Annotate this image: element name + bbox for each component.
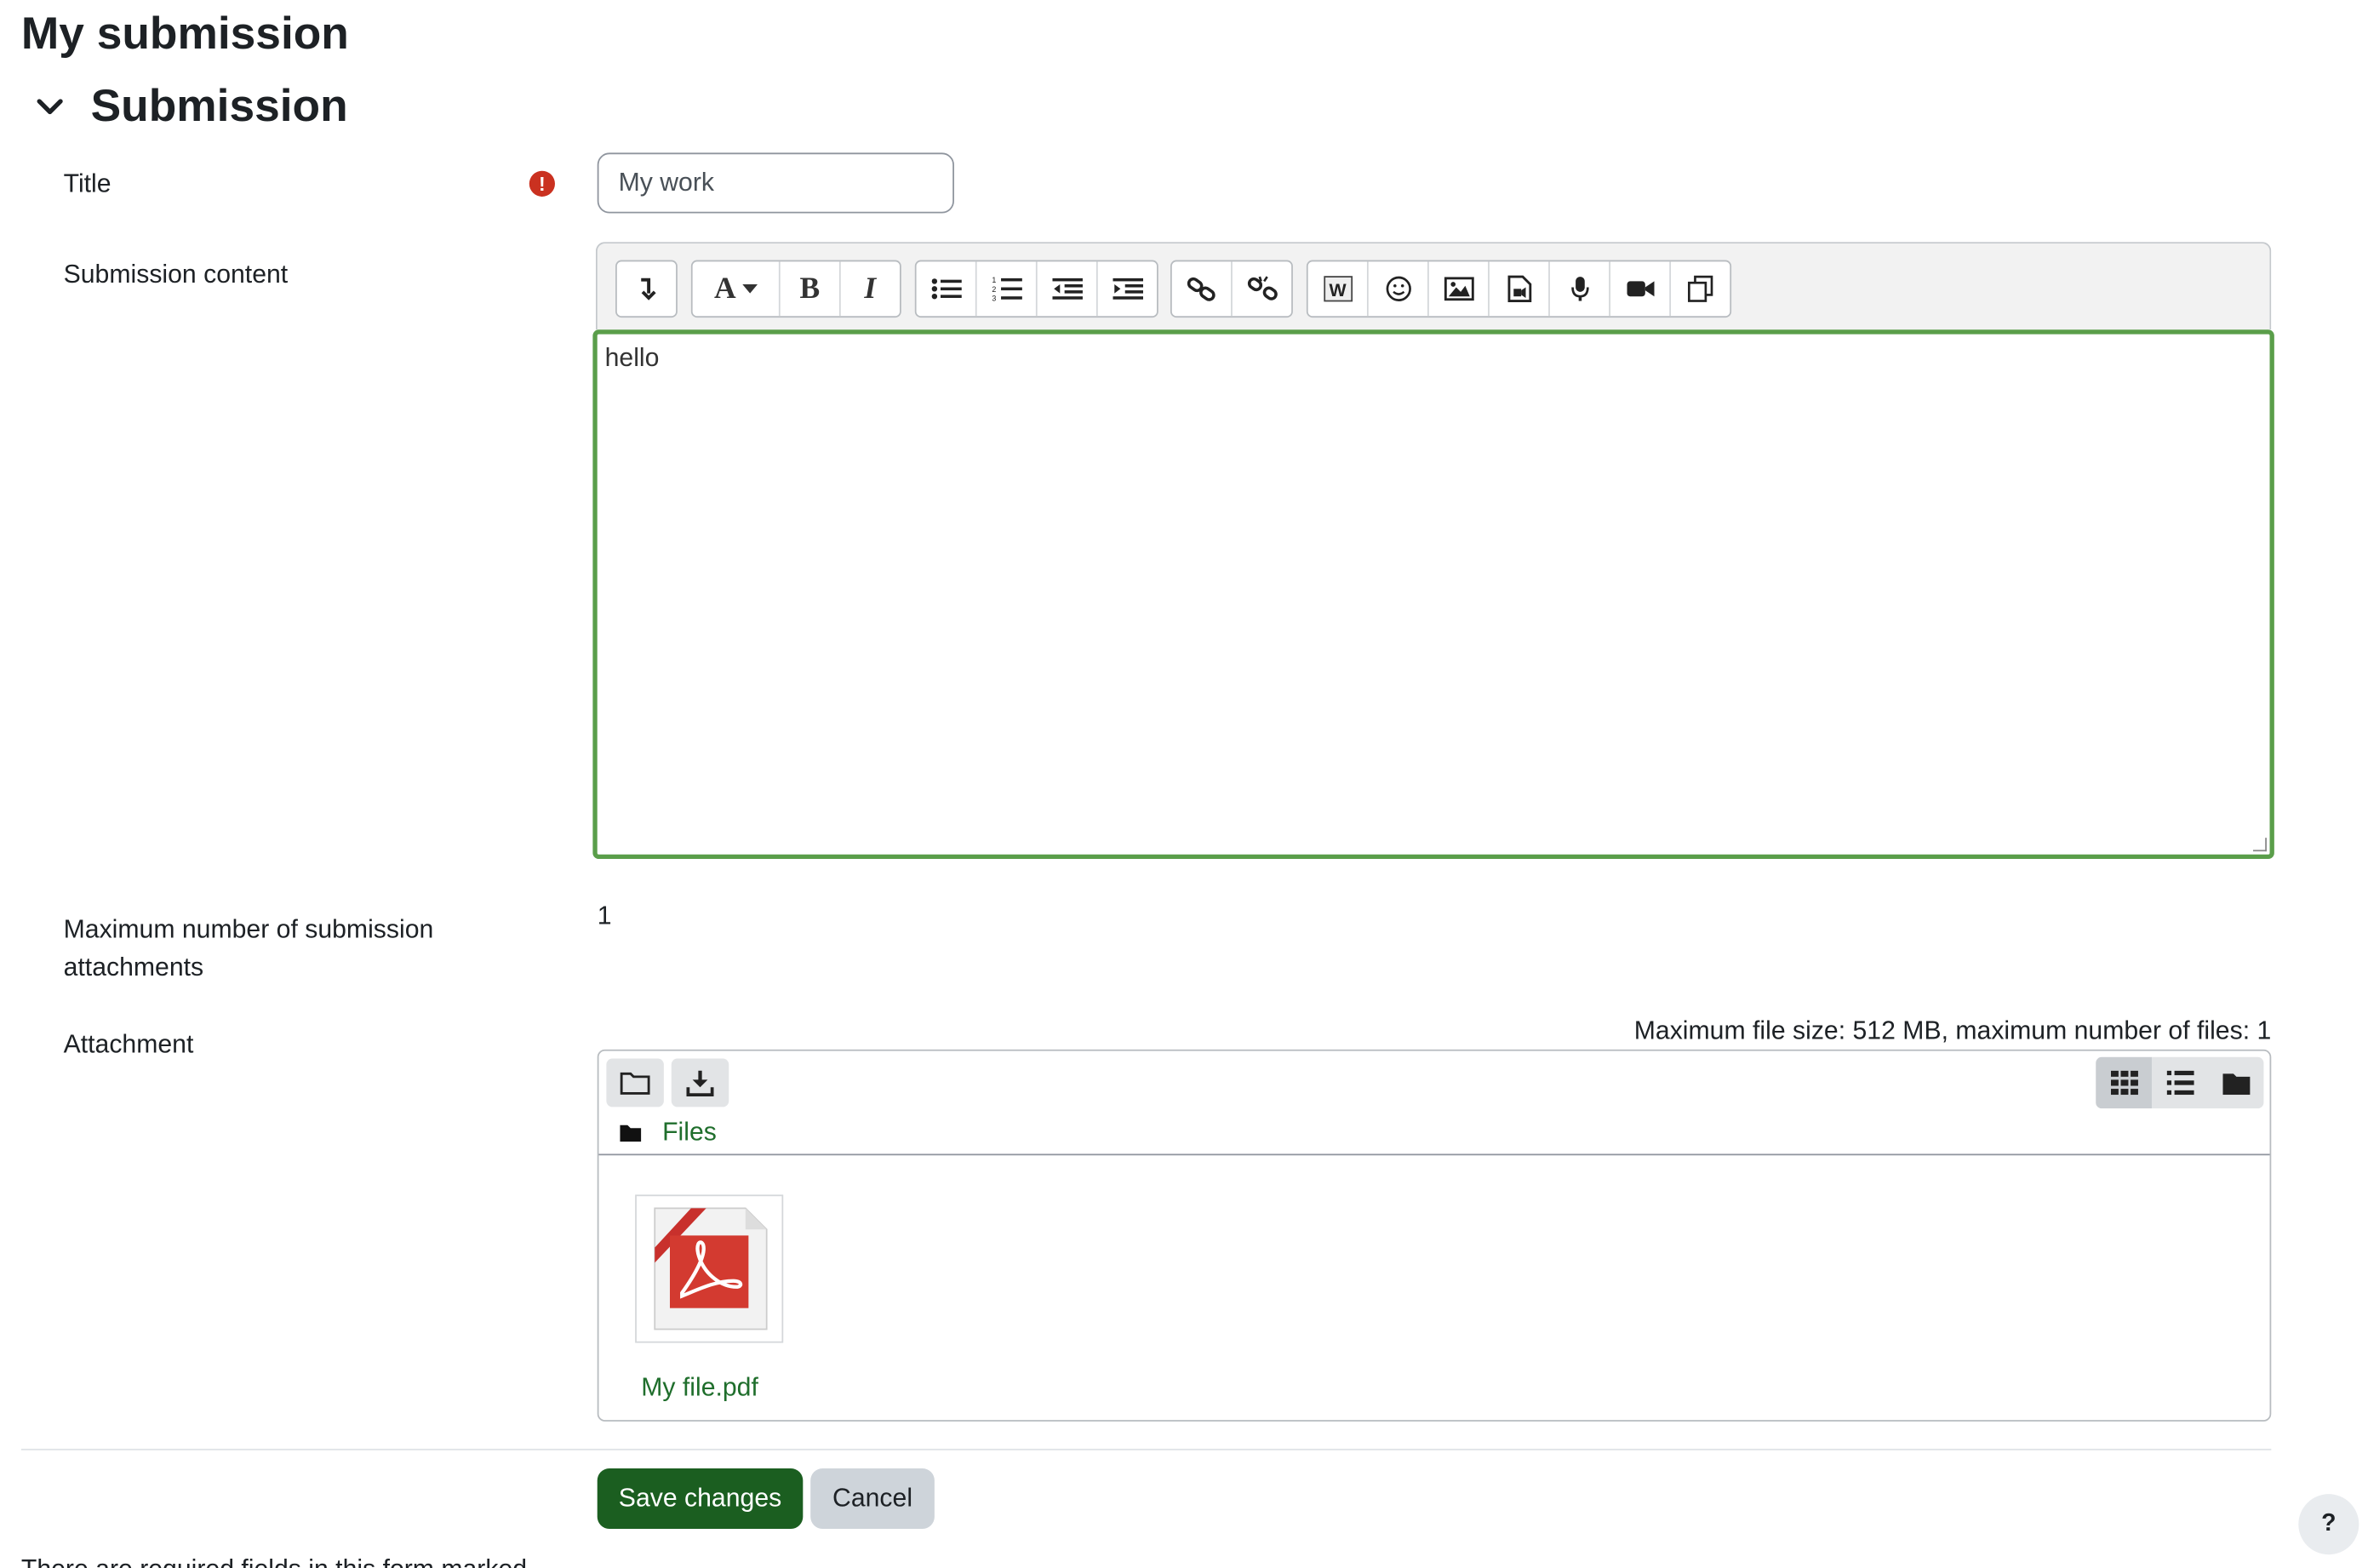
cancel-button[interactable]: Cancel	[810, 1468, 935, 1530]
unordered-list-icon[interactable]	[917, 261, 977, 317]
svg-text:2: 2	[991, 285, 995, 294]
word-import-icon[interactable]: W	[1308, 261, 1369, 317]
view-switcher	[2096, 1056, 2264, 1109]
title-input[interactable]	[597, 152, 954, 214]
toolbar-group-insert: W	[1306, 260, 1732, 318]
section-title: Submission	[90, 81, 348, 132]
file-name-link[interactable]: My file.pdf	[641, 1373, 758, 1404]
indent-icon[interactable]	[1098, 261, 1157, 316]
chevron-down-icon[interactable]	[33, 91, 66, 124]
file-manager: Files My file.pdf	[597, 1049, 2272, 1422]
editor-content-area[interactable]: hello	[592, 329, 2274, 860]
svg-text:1: 1	[991, 276, 995, 284]
media-icon[interactable]	[1490, 261, 1550, 317]
image-icon[interactable]	[1429, 261, 1490, 317]
svg-text:W: W	[1329, 280, 1347, 300]
breadcrumb: Files	[620, 1118, 717, 1148]
ordered-list-icon[interactable]: 123	[977, 261, 1038, 317]
download-icon	[686, 1070, 714, 1096]
toolbar-group-collapse	[615, 260, 678, 318]
svg-text:3: 3	[991, 295, 995, 303]
form-divider	[20, 1448, 2272, 1451]
toolbar-group-links	[1170, 260, 1293, 318]
breadcrumb-files-link[interactable]: Files	[662, 1118, 717, 1148]
attachment-label: Attachment	[63, 1029, 194, 1059]
submission-content-label: Submission content	[63, 260, 289, 289]
italic-icon[interactable]: I	[841, 261, 900, 316]
editor-text: hello	[604, 343, 660, 373]
file-thumbnail[interactable]	[635, 1194, 784, 1343]
folder-icon	[620, 1124, 642, 1142]
manage-files-icon[interactable]	[1671, 261, 1730, 316]
toolbar-group-lists: 123	[914, 260, 1158, 318]
page-title: My submission	[20, 9, 349, 60]
editor-toolbar: A B I 123 W	[595, 242, 2272, 330]
file-manager-toolbar: Files	[598, 1051, 2270, 1156]
add-file-button[interactable]	[606, 1058, 664, 1107]
title-label: Title	[63, 169, 112, 198]
unlink-icon[interactable]	[1233, 261, 1291, 316]
list-view-icon[interactable]	[2152, 1057, 2208, 1108]
link-icon[interactable]	[1172, 261, 1233, 317]
collapse-icon[interactable]	[617, 261, 676, 316]
outdent-icon[interactable]	[1038, 261, 1098, 317]
save-changes-button[interactable]: Save changes	[597, 1468, 804, 1530]
max-attachments-value: 1	[597, 901, 612, 930]
tree-view-icon[interactable]	[2208, 1057, 2264, 1108]
font-style-icon[interactable]: A	[693, 261, 781, 317]
folder-outline-icon	[620, 1072, 650, 1095]
required-fields-note: There are required fields in this form m…	[21, 1558, 527, 1568]
help-button[interactable]: ?	[2298, 1494, 2359, 1555]
download-all-button[interactable]	[671, 1058, 729, 1107]
pdf-file-icon	[654, 1207, 768, 1331]
emoji-icon[interactable]	[1369, 261, 1429, 317]
record-audio-icon[interactable]	[1550, 261, 1610, 317]
max-attachments-label: Maximum number of submission attachments	[63, 914, 434, 981]
required-icon: !	[529, 170, 555, 197]
grid-view-icon[interactable]	[2096, 1056, 2152, 1109]
bold-icon[interactable]: B	[781, 261, 841, 317]
toolbar-group-style: A B I	[690, 260, 901, 318]
section-header[interactable]: Submission	[33, 82, 348, 133]
record-video-icon[interactable]	[1610, 261, 1672, 317]
text-editor: A B I 123 W hello	[592, 242, 2274, 860]
file-limits-text: Maximum file size: 512 MB, maximum numbe…	[1633, 1016, 2272, 1045]
resize-handle-icon[interactable]	[2252, 838, 2267, 852]
